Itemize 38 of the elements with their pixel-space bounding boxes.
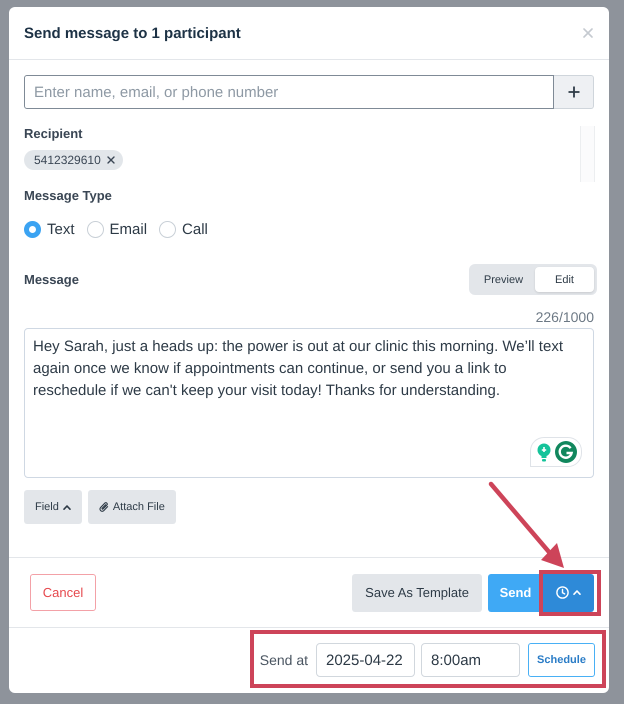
schedule-button[interactable]: Schedule (528, 643, 595, 677)
dialog-title: Send message to 1 participant (24, 24, 241, 42)
caret-icon (573, 590, 581, 595)
widget-tab[interactable] (530, 437, 582, 467)
plus-icon (568, 86, 580, 98)
save-template-button[interactable]: Save As Template (352, 574, 482, 612)
character-counter: 226/1000 (536, 309, 594, 325)
radio-option[interactable]: Email (86, 220, 148, 238)
remove-button[interactable] (106, 156, 115, 164)
mode-tab[interactable]: Preview (472, 267, 536, 292)
logo-icon (555, 441, 577, 463)
paperclip-icon (98, 501, 109, 513)
radio-button[interactable] (159, 220, 176, 238)
radio-option[interactable]: Call (159, 220, 208, 238)
radio-button[interactable] (24, 220, 41, 238)
schedule-toggle-button[interactable] (543, 574, 594, 612)
message-field[interactable]: Hey Sarah, just a heads up: the power is out at our clinic this morning. We’ll text again once we know if appointments can continue, or send you a link to reschedule if we can't keep your visit today! Thanks for understanding. (24, 328, 594, 478)
send-at-label: Send at (260, 652, 308, 668)
recipient-label: Recipient (24, 126, 83, 142)
message-label: Message (24, 272, 79, 288)
highlight-frame (539, 570, 601, 616)
close-icon (106, 156, 115, 164)
message-type-label: Message Type (24, 188, 112, 204)
radio-option[interactable]: Text (24, 220, 75, 238)
time-field[interactable]: 8:00am (421, 643, 520, 677)
mode-tab[interactable]: Edit (535, 267, 594, 292)
recipient-search-field[interactable]: Enter name, email, or phone number (24, 75, 554, 109)
radio-button[interactable] (86, 220, 104, 238)
lightbulb-icon (537, 442, 551, 462)
cancel-button[interactable]: Cancel (30, 574, 96, 611)
date-field[interactable]: 2025-04-22 (316, 643, 415, 677)
field-menu-button[interactable]: Field (24, 490, 82, 524)
caret-icon (62, 504, 71, 510)
phone-number: 5412329610 (34, 153, 101, 167)
add-button[interactable] (554, 75, 594, 109)
attach-button[interactable]: Attach File (88, 490, 176, 524)
clock-icon (556, 586, 569, 599)
close-icon (583, 28, 593, 38)
